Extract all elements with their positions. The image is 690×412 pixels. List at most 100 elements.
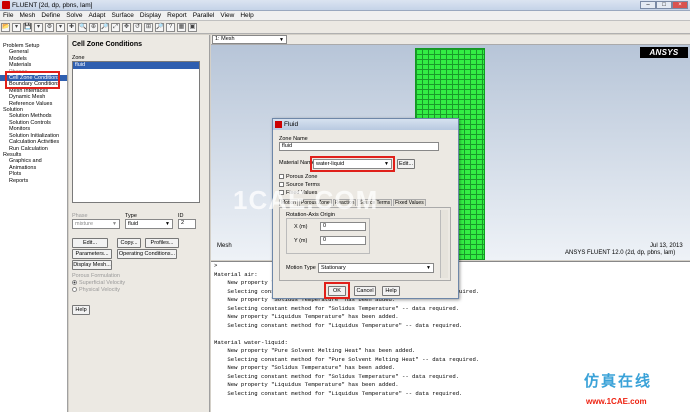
nav-item-calculation-activities[interactable]: Calculation Activities [0, 139, 67, 145]
menu-display[interactable]: Display [137, 11, 164, 20]
menu-adapt[interactable]: Adapt [85, 11, 108, 20]
porous-zone-checkbox[interactable]: Porous Zone [279, 174, 318, 180]
physical-label: Physical Velocity [79, 287, 120, 293]
zone-name-input[interactable]: fluid [279, 142, 439, 151]
edit-button[interactable]: Edit... [72, 238, 108, 248]
motion-type-select[interactable]: Stationary ▼ [318, 263, 434, 273]
superficial-label: Superficial Velocity [79, 280, 126, 286]
material-edit-button[interactable]: Edit... [397, 159, 415, 169]
chevron-down-icon: ▼ [384, 161, 389, 167]
zone-list-item[interactable]: fluid [73, 62, 199, 69]
chevron-down-icon: ▼ [165, 221, 170, 227]
menu-report[interactable]: Report [164, 11, 190, 20]
window-title: FLUENT [2d, dp, pbns, lam] [12, 2, 93, 9]
pan-icon[interactable]: ✥ [122, 23, 131, 32]
menu-mesh[interactable]: Mesh [16, 11, 38, 20]
id-field[interactable]: 2 [178, 219, 196, 229]
ansys-logo: ANSYS [640, 47, 688, 58]
graphics-date: Jul 13, 2013 [650, 243, 683, 249]
menu-view[interactable]: View [217, 11, 237, 20]
window-icon[interactable]: ▣ [188, 23, 197, 32]
help-button[interactable]: Help [72, 305, 90, 315]
checkbox-icon [279, 174, 284, 180]
copy-button[interactable]: Copy... [117, 238, 141, 248]
graphics-window-select[interactable]: 1: Mesh ▼ [212, 35, 287, 44]
toolbar: 📂 ▾ 💾 ▾ ⚙ ▾ ✚ 🔍 ⊕ 🔎 ⤢ ✥ ↺ ⊞ 🔎? ▦ ▣ [0, 21, 690, 34]
title-bar: FLUENT [2d, dp, pbns, lam] – □ × [0, 0, 690, 11]
nav-item-graphics-and-animations[interactable]: Graphics and Animations [0, 158, 67, 171]
console-line: Selecting constant method for "Liquidus … [214, 321, 463, 329]
save-icon[interactable]: 💾 [23, 23, 32, 32]
probe-icon[interactable]: 🔎 [100, 23, 109, 32]
menu-surface[interactable]: Surface [108, 11, 136, 20]
translate-icon[interactable]: ✚ [67, 23, 76, 32]
menu-file[interactable]: File [0, 11, 16, 20]
panel-title: Cell Zone Conditions [72, 41, 142, 48]
graphics-tab-value: 1: Mesh [215, 36, 235, 42]
navigation-pane: Problem Setup General Models Materials Phase… [0, 35, 68, 412]
grid-icon[interactable]: ⊞ [144, 23, 153, 32]
zoom-icon[interactable]: 🔍 [78, 23, 87, 32]
motion-type-label: Motion Type [286, 265, 316, 271]
display-mesh-button[interactable]: Display Mesh... [72, 260, 112, 270]
porous-formulation-label: Porous Formulation [72, 273, 120, 279]
dialog-help-button[interactable]: Help [382, 286, 400, 296]
operating-conditions-button[interactable]: Operating Conditions... [117, 249, 177, 259]
fit-icon[interactable]: ⤢ [111, 23, 120, 32]
dropdown-icon[interactable]: ▾ [12, 23, 21, 32]
graphics-version: ANSYS FLUENT 12.0 (2d, dp, pbns, lam) [565, 250, 676, 256]
chevron-down-icon: ▼ [112, 221, 117, 227]
scrollbar[interactable] [440, 210, 448, 278]
motion-tab-content: Rotation-Axis Origin X (m) 0 Y (m) 0 Mot… [279, 207, 451, 281]
cn-watermark: 仿真在线 [584, 373, 653, 390]
menu-solve[interactable]: Solve [63, 11, 85, 20]
zoom-in-icon[interactable]: ⊕ [89, 23, 98, 32]
dropdown-icon[interactable]: ▾ [34, 23, 43, 32]
close-button[interactable]: × [672, 1, 688, 9]
nav-item-reports[interactable]: Reports [0, 178, 67, 184]
motion-type-value: Stationary [321, 265, 346, 271]
settings-icon[interactable]: ⚙ [45, 23, 54, 32]
menu-bar: File Mesh Define Solve Adapt Surface Display Re… [0, 11, 690, 21]
menu-help[interactable]: Help [237, 11, 256, 20]
cancel-button[interactable]: Cancel [354, 286, 376, 296]
dialog-title: Fluid [284, 121, 299, 128]
x-origin-input[interactable]: 0 [320, 222, 366, 231]
type-select[interactable]: fluid ▼ [125, 219, 173, 229]
superficial-velocity-radio[interactable]: Superficial Velocity [72, 280, 125, 286]
watermark: 1CAE.COM [233, 185, 379, 215]
phase-select[interactable]: mixture ▼ [72, 219, 120, 229]
dialog-title-bar: Fluid [273, 119, 458, 130]
profiles-button[interactable]: Profiles... [145, 238, 179, 248]
console-line: New property "Liquidus Temperature" has … [214, 313, 399, 320]
parameters-button[interactable]: Parameters... [72, 249, 112, 259]
minimize-button[interactable]: – [640, 1, 656, 9]
porous-zone-label: Porous Zone [286, 174, 318, 180]
help-icon[interactable]: ? [166, 23, 175, 32]
zoom-region-icon[interactable]: 🔎 [155, 23, 164, 32]
graphics-tab-bar: 1: Mesh ▼ [211, 35, 690, 45]
rotate-icon[interactable]: ↺ [133, 23, 142, 32]
cn-url-watermark: www.1CAE.com [586, 397, 647, 406]
open-icon[interactable]: 📂 [1, 23, 10, 32]
dropdown-icon[interactable]: ▾ [56, 23, 65, 32]
phase-value: mixture [75, 221, 94, 227]
nav-highlight [5, 71, 60, 89]
menu-define[interactable]: Define [38, 11, 63, 20]
tab-fixed-values[interactable]: Fixed Values [393, 199, 426, 206]
maximize-button[interactable]: □ [656, 1, 672, 9]
type-value: fluid [128, 221, 139, 227]
y-origin-input[interactable]: 0 [320, 236, 366, 245]
zone-listbox[interactable]: fluid [72, 61, 200, 203]
physical-velocity-radio[interactable]: Physical Velocity [72, 287, 120, 293]
cell-zone-conditions-panel: Cell Zone Conditions Zone fluid Phase mi… [69, 35, 210, 412]
menu-parallel[interactable]: Parallel [190, 11, 218, 20]
fluent-app-icon [275, 121, 282, 128]
console-line: Material water-liquid: [214, 338, 288, 346]
material-select[interactable]: water-liquid ▼ [313, 159, 392, 169]
radio-on-icon [72, 280, 77, 286]
layout-icon[interactable]: ▦ [177, 23, 186, 32]
console-line: Selecting constant method for "Solidus T… [214, 304, 460, 312]
ok-button[interactable]: OK [328, 286, 346, 296]
